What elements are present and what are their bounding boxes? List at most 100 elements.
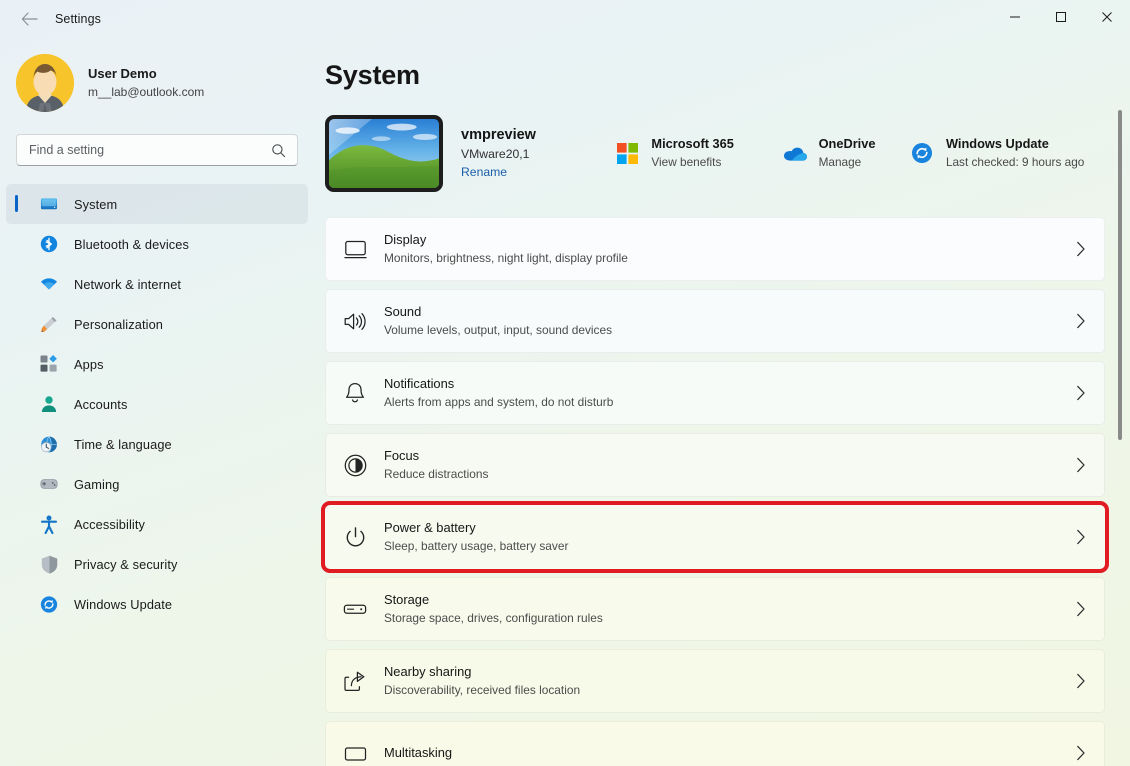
chevron-right-icon	[1066, 457, 1096, 473]
share-icon	[342, 668, 368, 694]
settings-card-storage[interactable]: Storage Storage space, drives, configurat…	[325, 577, 1105, 641]
settings-card-subtitle: Volume levels, output, input, sound devi…	[384, 323, 613, 337]
vertical-scrollbar[interactable]	[1114, 48, 1126, 760]
monitor-icon	[40, 195, 58, 213]
settings-card-title: Sound	[384, 304, 422, 319]
sidebar-item-label: Bluetooth & devices	[74, 236, 190, 252]
settings-card-display[interactable]: Display Monitors, brightness, night light…	[325, 217, 1105, 281]
sidebar-item-label: Privacy & security	[74, 556, 178, 572]
sidebar-item-label: Accounts	[74, 396, 128, 412]
chevron-right-icon	[1066, 529, 1096, 545]
microsoft-logo-icon	[615, 141, 639, 165]
profile-name: User Demo	[88, 66, 157, 81]
arrow-left-icon	[21, 12, 38, 26]
settings-card-list: Display Monitors, brightness, night light…	[321, 217, 1109, 766]
sidebar-item-system[interactable]: System	[6, 184, 308, 224]
chevron-right-icon	[1066, 601, 1096, 617]
settings-window: Settings User Demo m__lab@outlook.com Fi…	[0, 0, 1130, 766]
sidebar-nav: System Bluetooth & devices Network & inter…	[0, 184, 314, 624]
settings-card-nearby-sharing[interactable]: Nearby sharing Discoverability, received …	[325, 649, 1105, 713]
quicklink-title: OneDrive	[818, 136, 876, 151]
close-icon	[1101, 10, 1113, 28]
settings-card-title: Power & battery	[384, 520, 476, 535]
sidebar-item-label: Windows Update	[74, 596, 173, 612]
quicklink-microsoft-365[interactable]: Microsoft 365 View benefits	[607, 129, 768, 177]
quicklink-title: Microsoft 365	[651, 136, 734, 151]
sidebar-item-apps[interactable]: Apps	[6, 344, 308, 384]
title-bar: Settings	[0, 0, 1130, 38]
profile-email: m__lab@outlook.com	[88, 85, 205, 99]
avatar	[16, 54, 74, 112]
user-profile[interactable]: User Demo m__lab@outlook.com	[16, 54, 314, 112]
sidebar-item-windows-update[interactable]: Windows Update	[6, 584, 308, 624]
shield-icon	[40, 555, 58, 573]
quicklink-windows-update[interactable]: Windows Update Last checked: 9 hours ago	[902, 129, 1130, 177]
sidebar-item-label: Gaming	[74, 476, 120, 492]
settings-card-title: Nearby sharing	[384, 664, 472, 679]
desktop-wallpaper-thumbnail-icon	[329, 118, 439, 188]
sidebar-item-label: Accessibility	[74, 516, 145, 532]
bluetooth-icon	[40, 235, 58, 253]
multitask-icon	[342, 740, 368, 766]
minimize-button[interactable]	[992, 0, 1038, 38]
update-sync-icon	[910, 141, 934, 165]
quicklink-text: Microsoft 365 View benefits	[651, 135, 760, 171]
settings-card-text: Sound Volume levels, output, input, sound…	[384, 303, 1066, 339]
close-button[interactable]	[1084, 0, 1130, 38]
chevron-right-icon	[1066, 313, 1096, 329]
settings-card-text: Display Monitors, brightness, night light…	[384, 231, 1066, 267]
clock-globe-icon	[40, 435, 58, 453]
settings-card-title: Focus	[384, 448, 420, 463]
settings-card-notifications[interactable]: Notifications Alerts from apps and system…	[325, 361, 1105, 425]
onedrive-cloud-icon	[783, 141, 807, 165]
quicklink-text: Windows Update Last checked: 9 hours ago	[946, 135, 1122, 171]
window-title: Settings	[55, 12, 101, 26]
quicklink-subtitle: Last checked: 9 hours ago	[945, 155, 1085, 169]
settings-card-sound[interactable]: Sound Volume levels, output, input, sound…	[325, 289, 1105, 353]
settings-card-title: Notifications	[384, 376, 455, 391]
settings-card-multitasking[interactable]: Multitasking	[325, 721, 1105, 766]
focus-moon-icon	[342, 452, 368, 478]
settings-card-subtitle: Sleep, battery usage, battery saver	[384, 539, 569, 553]
minimize-icon	[1009, 10, 1021, 28]
settings-card-subtitle: Storage space, drives, configuration rul…	[384, 611, 603, 625]
settings-card-title: Multitasking	[384, 744, 453, 760]
search-box[interactable]	[16, 134, 298, 166]
maximize-button[interactable]	[1038, 0, 1084, 38]
sidebar-item-accessibility[interactable]: Accessibility	[6, 504, 308, 544]
settings-card-focus[interactable]: Focus Reduce distractions	[325, 433, 1105, 497]
avatar-illustration-icon	[16, 54, 74, 112]
sidebar-item-accounts[interactable]: Accounts	[6, 384, 308, 424]
settings-card-text: Storage Storage space, drives, configurat…	[384, 591, 1066, 627]
back-button[interactable]	[12, 4, 46, 34]
main-content: System vmpreview VMware20,1 Rename Micro…	[314, 38, 1130, 766]
sidebar-item-gaming[interactable]: Gaming	[6, 464, 308, 504]
chevron-right-icon	[1066, 745, 1096, 761]
sidebar-item-personalization[interactable]: Personalization	[6, 304, 308, 344]
chevron-right-icon	[1066, 673, 1096, 689]
quicklink-onedrive[interactable]: OneDrive Manage	[775, 129, 896, 177]
speaker-icon	[342, 308, 368, 334]
settings-card-text: Multitasking	[384, 744, 1066, 763]
paintbrush-icon	[40, 315, 58, 333]
scrollbar-thumb[interactable]	[1118, 110, 1122, 440]
chevron-right-icon	[1066, 241, 1096, 257]
settings-card-subtitle: Alerts from apps and system, do not dist…	[384, 395, 614, 409]
device-meta: vmpreview VMware20,1 Rename	[461, 125, 581, 181]
settings-card-text: Nearby sharing Discoverability, received …	[384, 663, 1066, 699]
rename-link[interactable]: Rename	[461, 163, 507, 181]
apps-grid-icon	[40, 355, 58, 373]
search-input[interactable]	[29, 143, 271, 157]
settings-card-title: Display	[384, 232, 427, 247]
accessibility-icon	[40, 515, 58, 534]
update-sync-icon	[40, 595, 58, 613]
sidebar-item-bluetooth-devices[interactable]: Bluetooth & devices	[6, 224, 308, 264]
sidebar-item-network-internet[interactable]: Network & internet	[6, 264, 308, 304]
settings-card-text: Notifications Alerts from apps and system…	[384, 375, 1066, 411]
sidebar-item-privacy-security[interactable]: Privacy & security	[6, 544, 308, 584]
quicklink-subtitle: Manage	[818, 155, 862, 169]
maximize-icon	[1055, 10, 1067, 28]
settings-card-power-battery[interactable]: Power & battery Sleep, battery usage, bat…	[321, 501, 1109, 573]
sidebar-item-time-language[interactable]: Time & language	[6, 424, 308, 464]
settings-card-subtitle: Reduce distractions	[384, 467, 489, 481]
